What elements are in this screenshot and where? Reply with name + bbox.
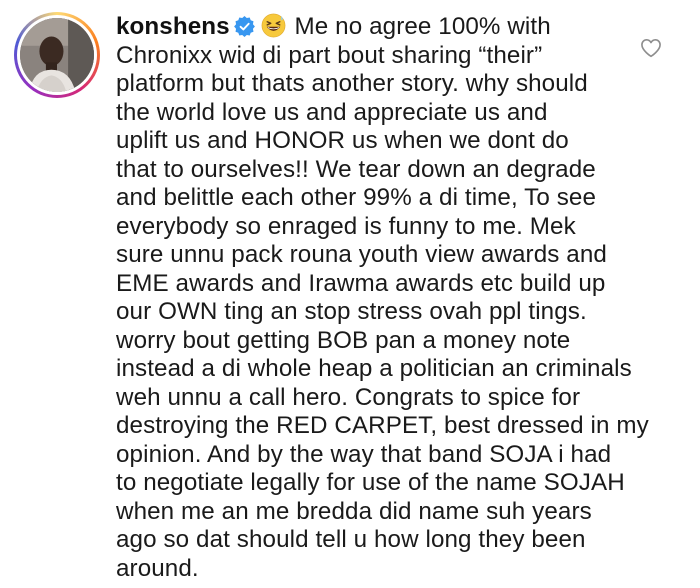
comment-line: Chronixx wid di part bout sharing “their… — [116, 41, 543, 69]
comment-line: instead a di whole heap a politician an … — [116, 355, 632, 382]
profile-photo — [20, 18, 94, 92]
comment-line: the world love us and appreciate us and — [116, 98, 548, 126]
comment-line: destroying the RED CARPET, best dressed … — [116, 412, 649, 439]
comment-row: konshens Me no agree 100% with Chronixx … — [0, 0, 700, 588]
comment-line: that to ourselves!! We tear down an degr… — [116, 155, 596, 183]
like-button[interactable] — [640, 38, 662, 58]
verified-badge-icon — [233, 16, 255, 37]
grinning-squinting-sweat-emoji-icon — [261, 13, 286, 38]
comment-line: platform but thats another story. why sh… — [116, 70, 588, 97]
comment-line: worry bout getting BOB pan a money note — [116, 326, 571, 354]
comment-line: to negotiate legally for use of the name… — [116, 469, 625, 496]
comment-line: our OWN ting an stop stress ovah ppl tin… — [116, 298, 587, 325]
comment-line: uplift us and HONOR us when we dont do — [116, 127, 569, 154]
profile-photo-image — [20, 18, 94, 92]
comment-text-line: Me no agree 100% with — [294, 13, 551, 40]
heart-outline-icon — [641, 39, 661, 58]
comment-line: sure unnu pack rouna youth view awards a… — [116, 241, 607, 268]
comment-line: and belittle each other 99% a di time, T… — [116, 184, 597, 211]
comment-line: opinion. And by the way that band SOJA i… — [116, 440, 612, 468]
comment-line-1: konshens Me no agree 100% with — [116, 13, 646, 42]
comment-line: everybody so enraged is funny to me. Mek — [116, 212, 576, 240]
comment-line: ago so dat should tell u how long they b… — [116, 526, 586, 553]
comment-line: when me an me bredda did name suh years — [116, 497, 592, 525]
username-link[interactable]: konshens — [116, 13, 230, 40]
comment-line: EME awards and Irawma awards etc build u… — [116, 269, 606, 297]
comment-text: konshens Me no agree 100% with Chronixx … — [116, 13, 649, 583]
avatar[interactable] — [14, 12, 100, 98]
comment-line: around. — [116, 554, 199, 582]
comment-line: weh unnu a call hero. Congrats to spice … — [116, 383, 581, 411]
